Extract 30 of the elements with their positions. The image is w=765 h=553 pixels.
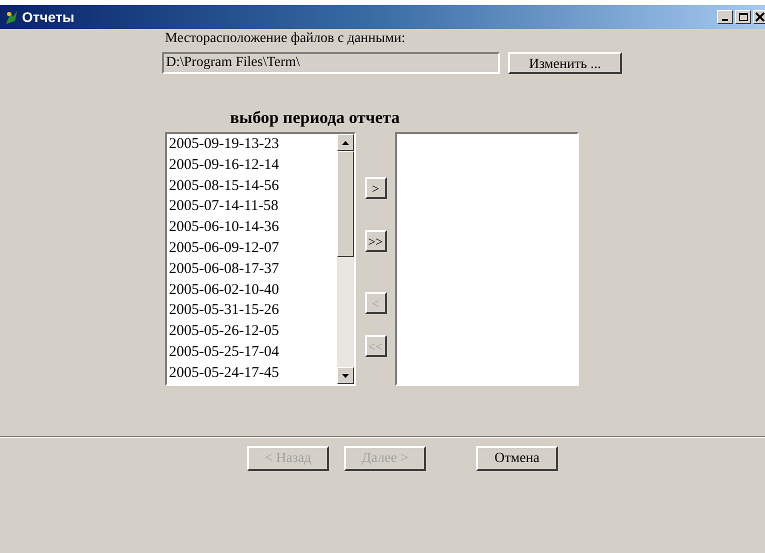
list-item[interactable]: 2005-05-31-15-26 [168,300,337,322]
window-title: Отчеты [22,8,74,26]
list-item[interactable]: 2005-05-26-12-05 [168,321,337,342]
up-arrow-icon [342,140,349,144]
scroll-thumb[interactable] [337,151,354,257]
location-label: Месторасположение файлов с данными: [165,30,406,48]
move-button[interactable]: > [364,177,386,199]
list-item[interactable]: 2005-06-09-12-07 [168,238,337,259]
list-item[interactable]: 2005-05-24-17-45 [168,362,337,384]
footer-button[interactable]: Отмена [476,446,558,471]
scroll-down-button[interactable] [337,367,354,384]
list-item[interactable]: 2005-06-02-10-40 [168,280,337,300]
app-icon [3,9,19,25]
list-item[interactable]: 2005-06-08-17-37 [168,258,337,280]
scroll-up-button[interactable] [337,134,354,151]
location-field[interactable]: D:\Program Files\Term\ [162,52,500,74]
minimize-button[interactable] [717,10,733,24]
list-item[interactable]: 2005-05-25-17-04 [168,342,337,363]
close-button[interactable] [753,10,765,24]
list-item[interactable]: 2005-09-19-13-23 [168,134,337,155]
move-button[interactable]: >> [364,230,386,252]
change-button[interactable]: Изменить ... [508,52,622,74]
period-heading: выбор периода отчета [230,108,401,128]
list-item[interactable]: 2005-07-14-11-58 [168,196,337,218]
list-item[interactable]: 2005-06-10-14-36 [168,217,337,238]
list-item[interactable]: 2005-08-15-14-56 [168,176,337,196]
scrollbar[interactable] [337,134,354,384]
down-arrow-icon [342,374,349,378]
list-item[interactable]: 2005-09-16-12-14 [168,154,337,176]
maximize-button[interactable] [735,10,751,24]
